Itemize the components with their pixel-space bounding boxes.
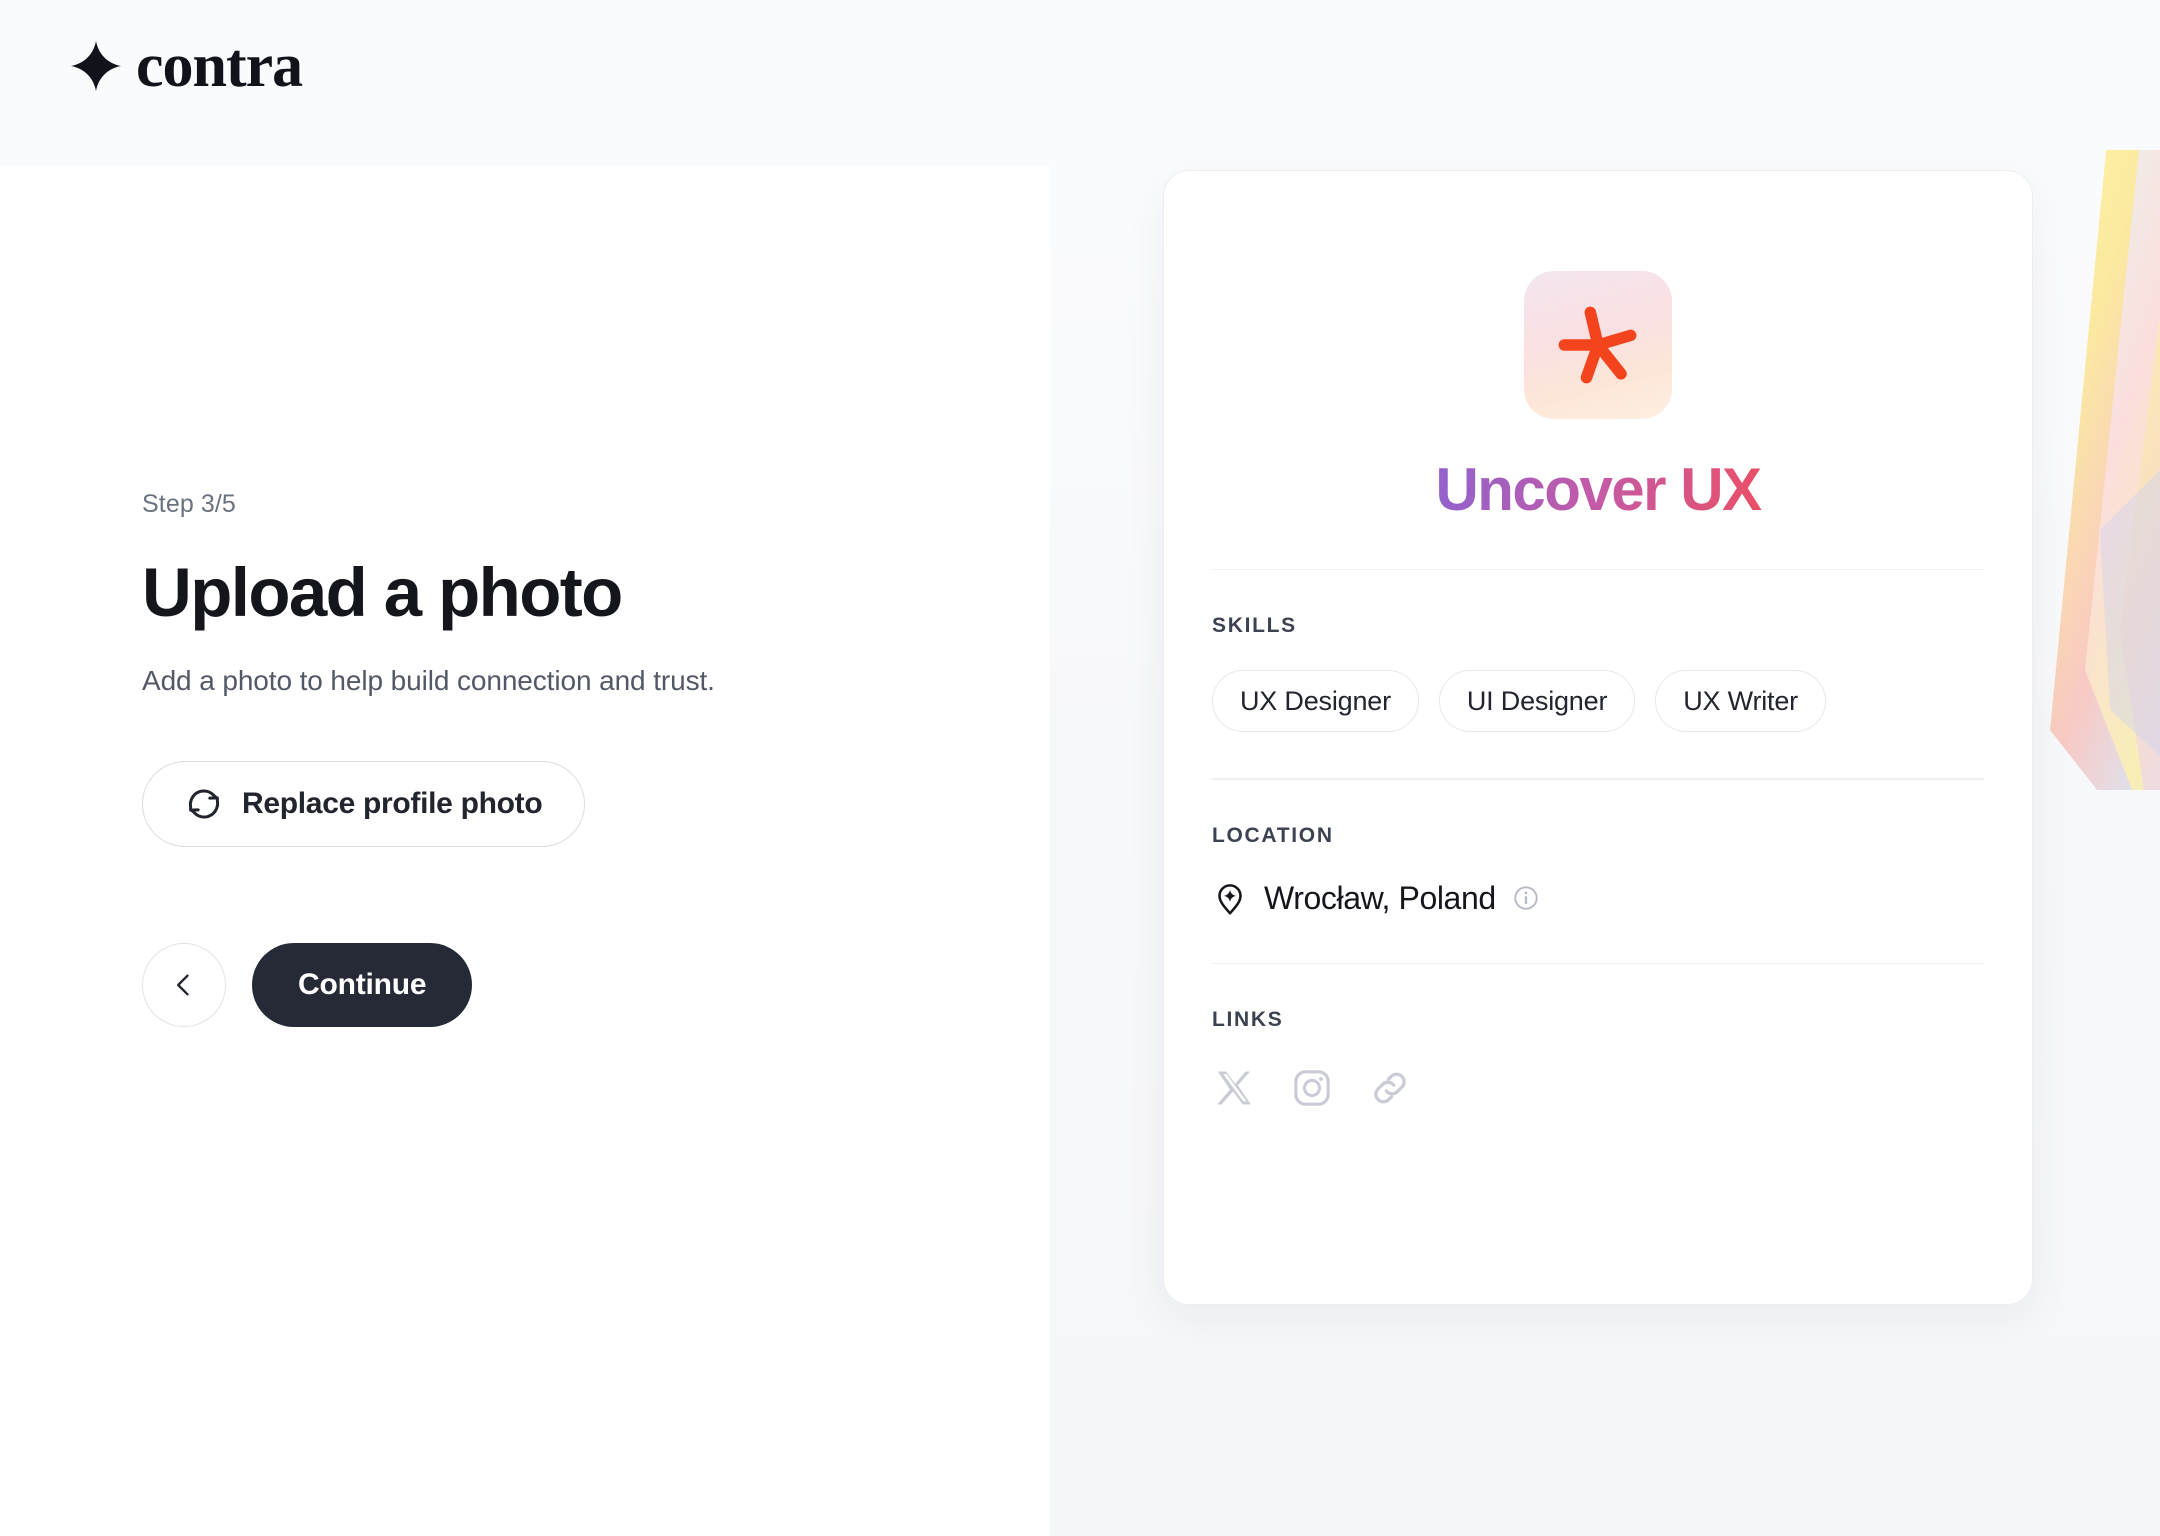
step-indicator: Step 3/5 [142, 490, 236, 518]
skills-section-label: SKILLS [1212, 614, 1297, 638]
skill-chip[interactable]: UX Writer [1655, 670, 1826, 733]
skill-chip[interactable]: UX Designer [1212, 670, 1419, 733]
skill-chip[interactable]: UI Designer [1438, 670, 1636, 733]
chevron-left-icon [177, 974, 189, 996]
brand-wordmark: contra [136, 32, 303, 100]
links-list [1212, 1066, 1984, 1110]
header-band [0, 0, 2160, 166]
link-chain-icon[interactable] [1368, 1066, 1412, 1110]
page-root: contra Step 3/5 Upload a photo Add a pho… [0, 0, 2160, 1536]
continue-button[interactable]: Continue [252, 943, 473, 1028]
profile-preview-card: Uncover UX SKILLS UX Designer UI Designe… [1163, 170, 2033, 1305]
location-section-label: LOCATION [1212, 823, 1334, 847]
wizard-navigation: Continue [142, 943, 962, 1028]
onboarding-panel: Step 3/5 Upload a photo Add a photo to h… [142, 490, 962, 1028]
info-icon[interactable] [1512, 884, 1540, 912]
divider-after-location [1212, 962, 1984, 965]
page-title: Upload a photo [142, 554, 623, 631]
divider-after-name [1212, 569, 1984, 571]
location-value: Wrocław, Poland [1264, 879, 1496, 916]
map-pin-star-icon [1218, 884, 1242, 915]
location-row: Wrocław, Poland [1212, 880, 1984, 917]
page-subtitle: Add a photo to help build connection and… [142, 665, 715, 697]
avatar[interactable] [1524, 271, 1672, 419]
x-twitter-icon[interactable] [1212, 1066, 1256, 1110]
four-point-star-icon [71, 41, 121, 91]
divider-after-skills [1212, 778, 1984, 780]
replace-profile-photo-button[interactable]: Replace profile photo [142, 761, 586, 848]
replace-profile-photo-label: Replace profile photo [242, 787, 543, 821]
profile-name: Uncover UX [1212, 457, 1984, 523]
brand-logo[interactable]: contra [70, 30, 303, 102]
refresh-icon [188, 789, 220, 819]
back-button[interactable] [142, 943, 226, 1028]
asterisk-icon [1558, 306, 1637, 384]
instagram-icon[interactable] [1290, 1066, 1334, 1110]
links-section-label: LINKS [1212, 1008, 1284, 1032]
skills-chip-list: UX Designer UI Designer UX Writer [1212, 670, 1984, 733]
